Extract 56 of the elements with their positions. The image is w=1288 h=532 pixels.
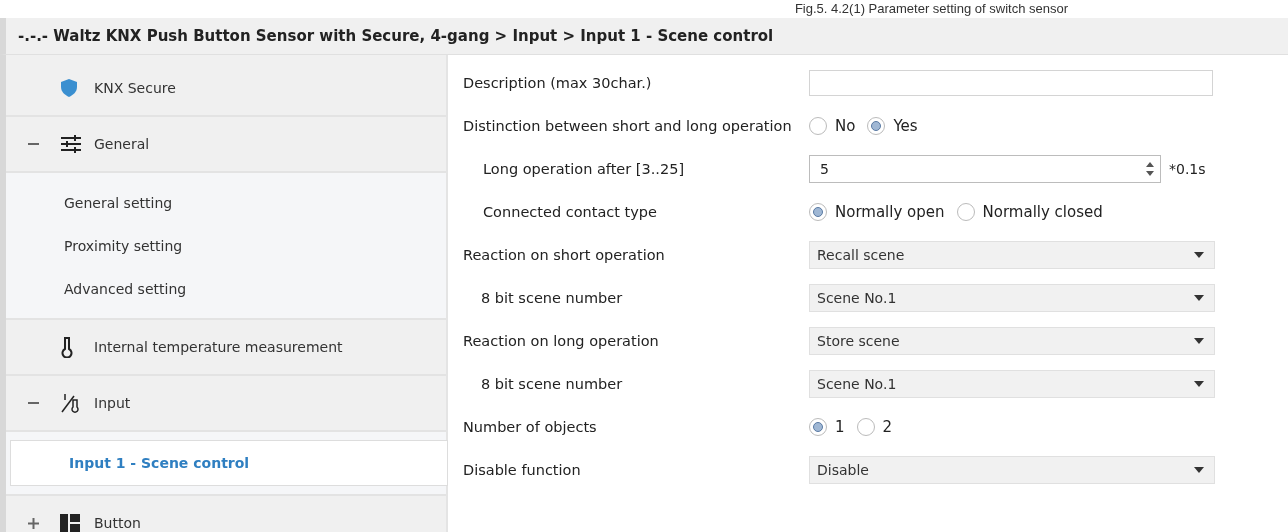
switch-sensor-icon <box>60 392 82 414</box>
sidebar-group-label: KNX Secure <box>94 80 176 96</box>
sidebar-group[interactable]: KNX Secure <box>6 61 446 117</box>
unit-label: *0.1s <box>1169 160 1206 177</box>
parameter-label: Connected contact type <box>482 202 658 221</box>
dropdown-caret-icon <box>1194 251 1204 258</box>
radio-option[interactable]: No <box>809 116 856 135</box>
breadcrumb-title: -.-.- Waltz KNX Push Button Sensor with Secure, 4-gang > Input > Input 1 - Scene control <box>18 27 774 45</box>
parameter-label: Long operation after [3..25] <box>482 159 686 178</box>
layout-icon <box>60 514 80 532</box>
shield-icon <box>60 78 78 98</box>
dropdown-select[interactable]: Scene No.1 <box>809 283 1215 312</box>
radio-button[interactable] <box>867 116 886 135</box>
parameter-label: Number of objects <box>462 417 598 436</box>
radio-option[interactable]: Yes <box>867 116 918 135</box>
dropdown-caret-icon <box>1194 337 1204 344</box>
sidebar-item[interactable]: Advanced setting <box>6 267 446 310</box>
dropdown-select[interactable]: Disable <box>809 455 1215 484</box>
dropdown-caret-icon <box>1194 294 1204 301</box>
dropdown-caret-icon <box>1194 380 1204 387</box>
dropdown-select[interactable]: Store scene <box>809 326 1215 355</box>
spin-arrows-icon[interactable] <box>1146 160 1154 177</box>
description-input[interactable] <box>809 69 1213 96</box>
sidebar-group-label: General <box>94 136 150 152</box>
number-spinbox[interactable]: 5 <box>809 154 1161 183</box>
sidebar-item[interactable]: General setting <box>6 181 446 224</box>
parameter-label: Reaction on short operation <box>462 245 666 264</box>
dropdown-select[interactable]: Scene No.1 <box>809 369 1215 398</box>
radio-option[interactable]: 1 <box>809 417 845 436</box>
parameter-label: 8 bit scene number <box>480 374 624 393</box>
sidebar-group-label: Input <box>94 395 131 411</box>
radio-button[interactable] <box>809 417 827 436</box>
thermometer-icon <box>60 336 74 358</box>
sidebar-item[interactable]: Proximity setting <box>6 224 446 267</box>
radio-button[interactable] <box>809 116 827 135</box>
parameter-label: Distinction between short and long operation <box>462 116 793 135</box>
radio-button[interactable] <box>956 202 975 221</box>
parameter-label: Disable function <box>462 460 582 479</box>
sidebar-item[interactable]: Input 1 - Scene control <box>10 440 448 486</box>
sliders-icon <box>60 135 82 153</box>
radio-button[interactable] <box>809 202 827 221</box>
expand-icon[interactable] <box>27 517 39 529</box>
dropdown-select[interactable]: Recall scene <box>809 240 1215 269</box>
sidebar-group[interactable]: Internal temperature measurement <box>6 320 446 376</box>
radio-option[interactable]: Normally open <box>809 202 945 221</box>
parameter-label: Description (max 30char.) <box>462 73 653 92</box>
parameter-label: 8 bit scene number <box>480 288 624 307</box>
radio-option[interactable]: Normally closed <box>956 202 1103 221</box>
parameter-label: Reaction on long operation <box>462 331 660 350</box>
sidebar-group[interactable]: Button <box>6 496 446 532</box>
dropdown-caret-icon <box>1194 466 1204 473</box>
figure-caption: Fig.5. 4.2(1) Parameter setting of switch sensor <box>794 2 1068 16</box>
sidebar-group-label: Button <box>94 515 141 531</box>
sidebar-group-label: Internal temperature measurement <box>94 339 343 355</box>
radio-option[interactable]: 2 <box>856 417 893 436</box>
radio-button[interactable] <box>856 417 875 436</box>
